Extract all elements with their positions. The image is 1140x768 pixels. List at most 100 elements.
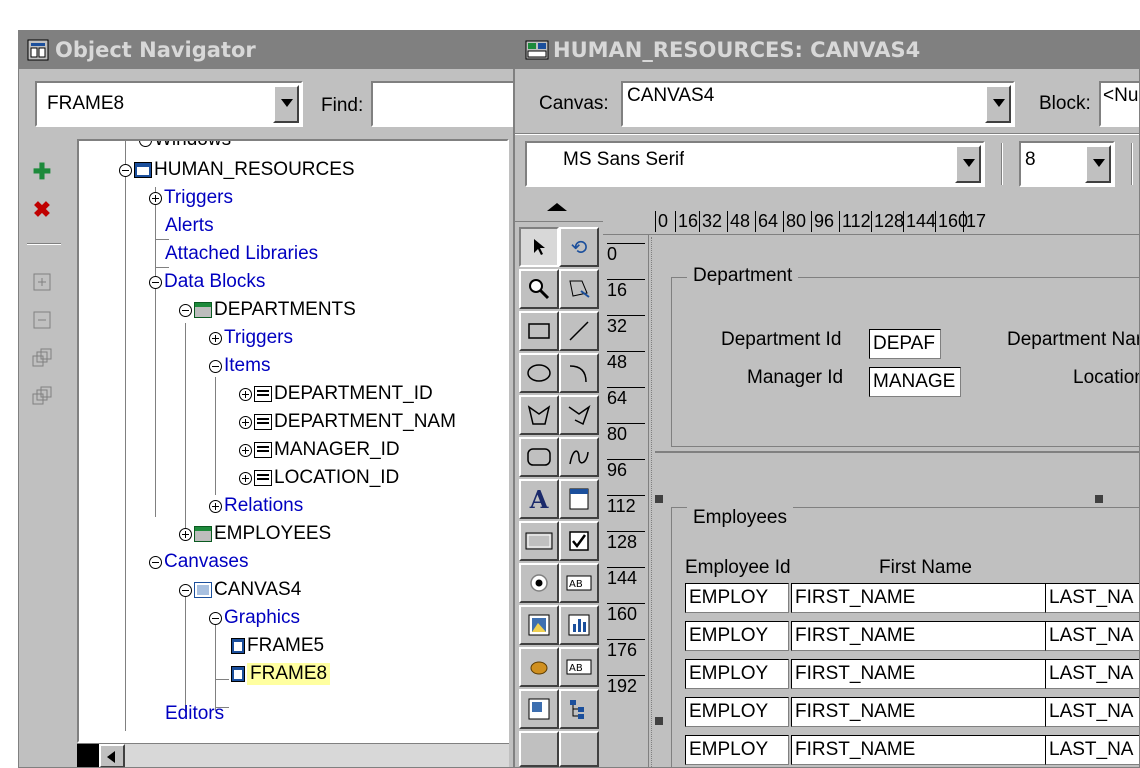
delete-icon[interactable]: ✖ bbox=[25, 193, 59, 227]
employee-id-field[interactable]: EMPLOY bbox=[685, 583, 789, 613]
navigator-object-combo[interactable]: FRAME8 bbox=[35, 81, 303, 127]
tree-item-editors[interactable]: Editors bbox=[165, 701, 224, 727]
scroll-left-button[interactable] bbox=[99, 744, 125, 767]
last-name-field[interactable]: LAST_NA bbox=[1045, 583, 1139, 613]
font-name-combo[interactable]: MS Sans Serif bbox=[525, 141, 985, 187]
expand-node-icon[interactable] bbox=[209, 499, 222, 513]
tree-item-canvas4[interactable]: CANVAS4 bbox=[179, 577, 301, 603]
tree-item-dep-triggers[interactable]: Triggers bbox=[209, 325, 293, 351]
tree-item-relations[interactable]: Relations bbox=[209, 493, 303, 519]
palette-extra-tool[interactable] bbox=[519, 731, 559, 767]
collapse-all-icon[interactable] bbox=[25, 379, 59, 413]
selection-handle[interactable] bbox=[655, 495, 663, 503]
line-tool-icon[interactable] bbox=[559, 311, 599, 351]
first-name-field[interactable]: FIRST_NAME bbox=[791, 583, 1047, 613]
polyline-tool-icon[interactable] bbox=[559, 395, 599, 435]
tree-tool-icon[interactable] bbox=[559, 689, 599, 729]
radio-tool-icon[interactable] bbox=[519, 563, 559, 603]
chevron-down-icon[interactable] bbox=[273, 85, 299, 123]
chevron-down-icon[interactable] bbox=[1085, 145, 1111, 183]
collapse-node-icon[interactable] bbox=[149, 275, 162, 289]
magnify-tool-icon[interactable] bbox=[519, 269, 559, 309]
expand-node-icon[interactable] bbox=[239, 387, 252, 401]
tree-item-graphics[interactable]: Graphics bbox=[209, 605, 300, 631]
tree-item-department-id[interactable]: DEPARTMENT_ID bbox=[239, 381, 433, 407]
checkbox-tool-icon[interactable] bbox=[559, 521, 599, 561]
employee-id-field[interactable]: EMPLOY bbox=[685, 659, 789, 689]
last-name-field[interactable]: LAST_NA bbox=[1045, 659, 1139, 689]
chart-tool-icon[interactable] bbox=[559, 605, 599, 645]
first-name-field[interactable]: FIRST_NAME bbox=[791, 621, 1047, 651]
first-name-field[interactable]: FIRST_NAME bbox=[791, 697, 1047, 727]
last-name-field[interactable]: LAST_NA bbox=[1045, 697, 1139, 727]
palette-extra-tool[interactable] bbox=[559, 731, 599, 767]
expand-node-icon[interactable] bbox=[149, 191, 162, 205]
tree-item-canvases[interactable]: Canvases bbox=[149, 549, 249, 575]
button-tool-icon[interactable] bbox=[519, 521, 559, 561]
manager-id-field[interactable]: MANAGE bbox=[869, 367, 961, 397]
list-tool-icon[interactable]: AB bbox=[559, 647, 599, 687]
canvas-combo[interactable]: CANVAS4 bbox=[621, 81, 1015, 127]
department-frame[interactable] bbox=[671, 277, 1139, 447]
last-name-field[interactable]: LAST_NA bbox=[1045, 621, 1139, 651]
selection-handle[interactable] bbox=[655, 717, 663, 725]
collapse-node-icon[interactable] bbox=[209, 611, 222, 625]
font-size-combo[interactable]: 8 bbox=[1019, 141, 1115, 187]
layout-editor-titlebar[interactable]: HUMAN_RESOURCES: CANVAS4 bbox=[515, 31, 1139, 69]
text-tool-icon[interactable]: A bbox=[519, 479, 559, 519]
expand-node-icon[interactable] bbox=[209, 331, 222, 345]
select-tool-icon[interactable] bbox=[519, 227, 559, 267]
tree-item-department-name[interactable]: DEPARTMENT_NAM bbox=[239, 409, 456, 435]
tree-item-frame5[interactable]: FRAME5 bbox=[231, 633, 324, 659]
arc-tool-icon[interactable] bbox=[559, 353, 599, 393]
chevron-down-icon[interactable] bbox=[985, 85, 1011, 123]
freehand-tool-icon[interactable] bbox=[559, 437, 599, 477]
collapse-node-icon[interactable] bbox=[149, 555, 162, 569]
tree-item-attached-libraries[interactable]: Attached Libraries bbox=[165, 241, 318, 267]
employee-id-field[interactable]: EMPLOY bbox=[685, 735, 789, 765]
expand-node-icon[interactable] bbox=[239, 415, 252, 429]
reshape-tool-icon[interactable] bbox=[559, 269, 599, 309]
collapse-node-icon[interactable] bbox=[119, 163, 132, 177]
selection-handle[interactable] bbox=[1095, 495, 1103, 503]
text-item-tool-icon[interactable]: AB bbox=[559, 563, 599, 603]
collapse-node-icon[interactable] bbox=[209, 359, 222, 373]
frame-tool-icon[interactable] bbox=[559, 479, 599, 519]
tree-item-windows[interactable]: Windows bbox=[139, 141, 231, 153]
add-icon[interactable]: ✚ bbox=[25, 155, 59, 189]
tree-item-triggers[interactable]: Triggers bbox=[149, 185, 233, 211]
first-name-field[interactable]: FIRST_NAME bbox=[791, 659, 1047, 689]
polygon-tool-icon[interactable] bbox=[519, 395, 559, 435]
collapse-icon[interactable] bbox=[25, 303, 59, 337]
tree-item-module[interactable]: HUMAN_RESOURCES bbox=[119, 157, 355, 183]
palette-scroll-up-icon[interactable] bbox=[547, 203, 567, 211]
expand-icon[interactable] bbox=[25, 265, 59, 299]
expand-all-icon[interactable] bbox=[25, 341, 59, 375]
ellipse-tool-icon[interactable] bbox=[519, 353, 559, 393]
tree-item-manager-id[interactable]: MANAGER_ID bbox=[239, 437, 400, 463]
collapse-node-icon[interactable] bbox=[179, 303, 192, 317]
expand-node-icon[interactable] bbox=[239, 471, 252, 485]
tree-item-location-id[interactable]: LOCATION_ID bbox=[239, 465, 399, 491]
tree-horizontal-scrollbar[interactable] bbox=[77, 743, 509, 767]
expand-node-icon[interactable] bbox=[239, 443, 252, 457]
chevron-down-icon[interactable] bbox=[955, 145, 981, 183]
tree-item-data-blocks[interactable]: Data Blocks bbox=[149, 269, 265, 295]
expand-node-icon[interactable] bbox=[179, 527, 192, 541]
block-combo[interactable]: <Nu bbox=[1099, 81, 1139, 127]
layout-canvas[interactable]: Department Department Id DEPAF Departmen… bbox=[651, 237, 1139, 767]
tree-item-departments[interactable]: DEPARTMENTS bbox=[179, 297, 356, 323]
tree-item-frame8[interactable]: FRAME8 bbox=[231, 661, 331, 687]
tree-item-alerts[interactable]: Alerts bbox=[165, 213, 214, 239]
stacked-canvas-tool-icon[interactable] bbox=[519, 689, 559, 729]
image-tool-icon[interactable] bbox=[519, 605, 559, 645]
tree-item-items[interactable]: Items bbox=[209, 353, 270, 379]
tree-scroll-left-button[interactable] bbox=[77, 744, 99, 767]
collapse-node-icon[interactable] bbox=[179, 583, 192, 597]
employee-id-field[interactable]: EMPLOY bbox=[685, 697, 789, 727]
object-tree[interactable]: Windows HUMAN_RESOURCES Triggers Alerts … bbox=[77, 139, 509, 743]
rectangle-tool-icon[interactable] bbox=[519, 311, 559, 351]
first-name-field[interactable]: FIRST_NAME bbox=[791, 735, 1047, 765]
rounded-rect-tool-icon[interactable] bbox=[519, 437, 559, 477]
navigator-titlebar[interactable]: Object Navigator bbox=[19, 31, 513, 69]
